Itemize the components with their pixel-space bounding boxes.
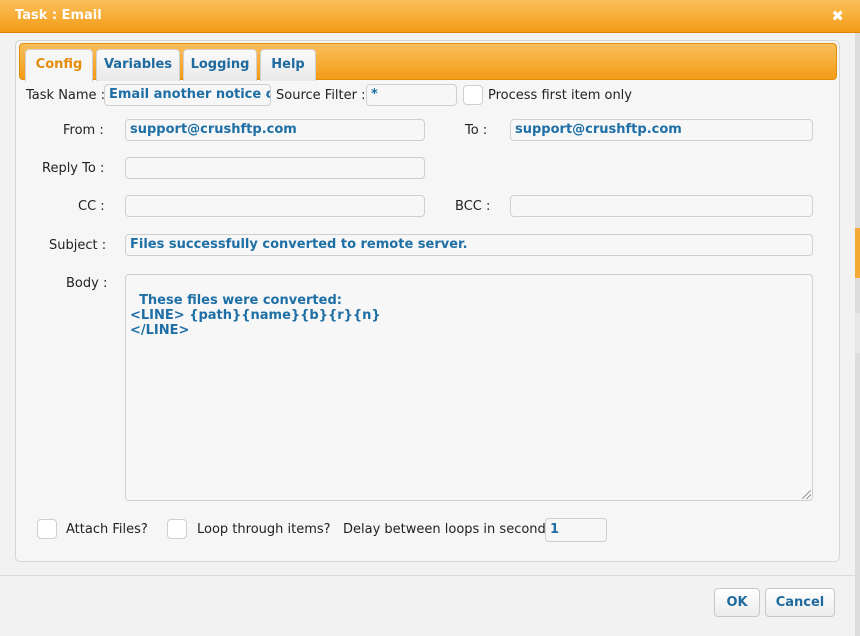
background-window-edge [855, 33, 860, 636]
loop-items-label: Loop through items? [197, 522, 331, 537]
from-label: From : [63, 123, 104, 138]
to-input[interactable]: support@crushftp.com [510, 119, 813, 141]
to-label: To : [465, 123, 488, 138]
cancel-button[interactable]: Cancel [765, 588, 835, 617]
window-title: Task : Email [15, 8, 102, 23]
title-bar: Task : Email ✖ [0, 0, 860, 33]
cc-label: CC : [78, 199, 105, 214]
subject-input[interactable]: Files successfully converted to remote s… [125, 234, 813, 256]
process-first-checkbox[interactable] [463, 85, 483, 105]
footer-divider [0, 575, 855, 576]
tab-logging[interactable]: Logging [183, 49, 257, 81]
cc-input[interactable] [125, 195, 425, 217]
source-filter-label: Source Filter : [276, 88, 366, 103]
task-name-input[interactable]: Email another notice of c [104, 84, 271, 106]
tab-help[interactable]: Help [260, 49, 316, 81]
body-text: These files were converted: <LINE> {path… [130, 293, 381, 338]
background-accent-strip [855, 228, 860, 278]
body-textarea[interactable]: These files were converted: <LINE> {path… [125, 274, 813, 501]
task-name-label: Task Name : [26, 88, 106, 103]
ok-button[interactable]: OK [714, 588, 760, 617]
bcc-input[interactable] [510, 195, 813, 217]
source-filter-input[interactable]: * [366, 84, 457, 106]
bcc-label: BCC : [455, 199, 491, 214]
loop-items-checkbox[interactable] [167, 519, 187, 539]
reply-to-label: Reply To : [42, 161, 105, 176]
body-label: Body : [66, 276, 108, 291]
reply-to-input[interactable] [125, 157, 425, 179]
attach-files-checkbox[interactable] [37, 519, 57, 539]
subject-label: Subject : [49, 238, 107, 253]
process-first-label: Process first item only [488, 88, 632, 103]
tab-strip: Config Variables Logging Help [19, 43, 837, 82]
delay-input[interactable]: 1 [545, 518, 607, 542]
tab-variables[interactable]: Variables [96, 49, 180, 81]
background-strip [855, 313, 860, 353]
tab-config[interactable]: Config [25, 49, 93, 82]
attach-files-label: Attach Files? [66, 522, 148, 537]
resize-grip-icon[interactable] [802, 490, 811, 499]
close-icon[interactable]: ✖ [831, 7, 844, 25]
delay-label: Delay between loops in seconds : [343, 522, 562, 537]
from-input[interactable]: support@crushftp.com [125, 119, 425, 141]
